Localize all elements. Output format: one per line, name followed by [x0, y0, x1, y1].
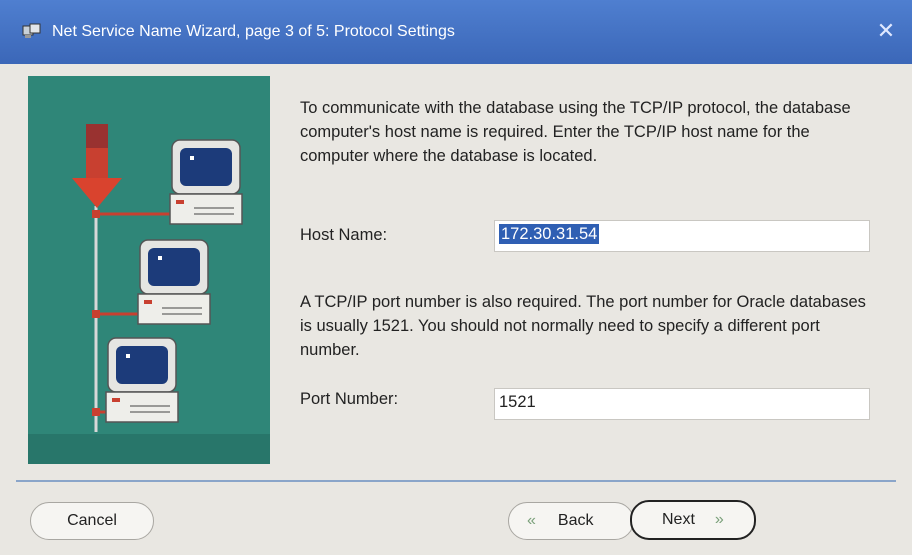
network-computer-icon — [105, 337, 179, 423]
wizard-graphic — [28, 76, 270, 464]
host-name-label: Host Name: — [300, 226, 388, 244]
wizard-app-icon — [22, 23, 41, 38]
network-computer-icon — [137, 239, 211, 325]
chevron-right-icon: » — [714, 511, 724, 528]
port-intro-text: A TCP/IP port number is also required. T… — [300, 293, 866, 359]
cancel-button-label: Cancel — [67, 512, 117, 529]
next-button-label: Next — [662, 511, 695, 528]
footer-divider — [16, 480, 896, 482]
graphic-bottom-strip — [28, 434, 270, 464]
cancel-button[interactable]: Cancel — [30, 502, 154, 540]
network-illustration — [72, 124, 243, 432]
title-bar: Net Service Name Wizard, page 3 of 5: Pr… — [0, 0, 912, 64]
back-button-label: Back — [557, 512, 594, 529]
back-button[interactable]: « Back — [508, 502, 634, 540]
network-computer-icon — [169, 139, 243, 225]
port-number-label: Port Number: — [300, 390, 399, 408]
window-title: Net Service Name Wizard, page 3 of 5: Pr… — [52, 23, 455, 40]
intro-text: To communicate with the database using t… — [300, 99, 851, 165]
next-button[interactable]: Next » — [630, 500, 756, 540]
host-name-value: 172.30.31.54 — [499, 224, 600, 244]
host-name-input[interactable]: 172.30.31.54 — [494, 220, 870, 252]
port-number-value: 1521 — [499, 393, 536, 411]
close-icon[interactable]: ✕ — [872, 18, 900, 46]
chevron-left-icon: « — [527, 512, 536, 529]
arrow-down-icon — [72, 124, 122, 208]
port-number-input[interactable]: 1521 — [494, 388, 870, 420]
